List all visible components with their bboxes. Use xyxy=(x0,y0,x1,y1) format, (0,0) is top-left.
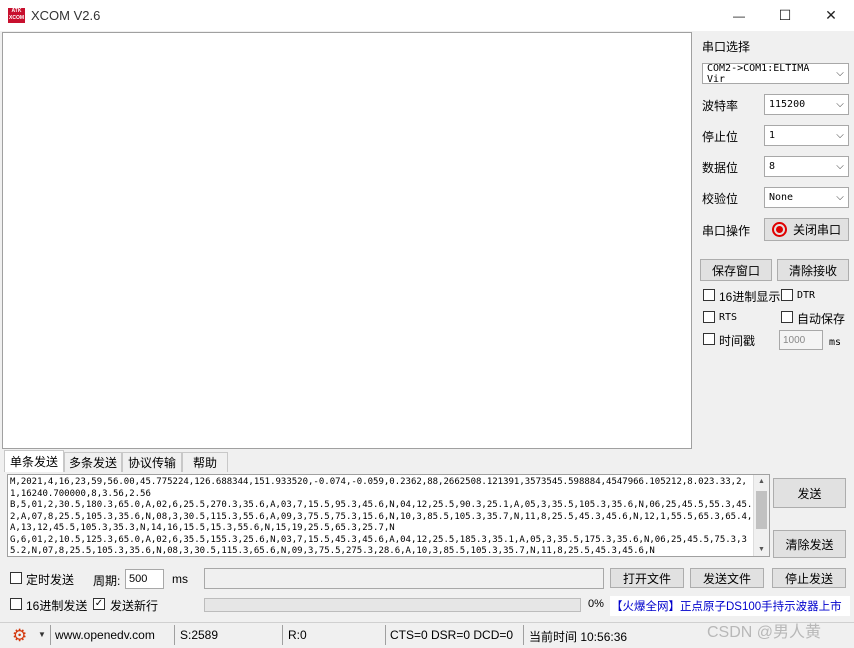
timestamp-label: 时间戳 xyxy=(719,334,756,348)
port-select-value: COM2->COM1:ELTIMA Vir xyxy=(707,62,810,85)
auto-save-checkbox[interactable] xyxy=(781,311,793,323)
stop-bits-label: 停止位 xyxy=(702,130,739,144)
dtr-checkbox[interactable] xyxy=(781,289,793,301)
hex-display-label: 16进制显示 xyxy=(719,290,781,304)
chevron-down-icon: ⌵ xyxy=(836,68,844,79)
parity-label: 校验位 xyxy=(702,192,739,206)
minimize-button[interactable]: — xyxy=(716,0,762,31)
scroll-down-icon: ▼ xyxy=(758,546,765,553)
maximize-button[interactable]: ☐ xyxy=(762,0,808,31)
close-port-label: 关闭串口 xyxy=(792,223,841,237)
port-select[interactable]: COM2->COM1:ELTIMA Vir ⌵ xyxy=(702,62,849,85)
status-divider xyxy=(174,625,175,645)
parity-select[interactable]: None ⌵ xyxy=(764,187,849,208)
data-bits-value: 8 xyxy=(769,161,776,172)
hex-send-label: 16进制发送 xyxy=(26,599,88,613)
clear-receive-button[interactable]: 清除接收 xyxy=(777,259,849,281)
send-progress-text: 0% xyxy=(588,598,604,610)
period-input[interactable]: 500 xyxy=(125,569,164,589)
timed-send-checkbox[interactable] xyxy=(10,572,22,584)
website-link[interactable]: www.openedv.com xyxy=(55,628,155,642)
baud-label: 波特率 xyxy=(702,99,739,113)
clear-send-button[interactable]: 清除发送 xyxy=(773,530,846,558)
ad-link[interactable]: 【火爆全网】正点原子DS100手持示波器上市 xyxy=(610,596,850,616)
chevron-down-icon: ⌵ xyxy=(836,192,844,203)
title-bar: ATK XCOM XCOM V2.6 — ☐ ✕ xyxy=(0,0,854,31)
port-operation-label: 串口操作 xyxy=(702,224,751,238)
watermark: CSDN @男人黄 xyxy=(707,624,822,641)
scroll-up-icon: ▲ xyxy=(758,478,765,485)
caret-down-icon[interactable]: ▼ xyxy=(38,630,46,639)
send-file-button[interactable]: 发送文件 xyxy=(690,568,764,588)
gear-icon[interactable]: ⚙ xyxy=(12,627,27,644)
scroll-thumb[interactable] xyxy=(756,491,767,529)
send-text-content: M,2021,4,16,23,59,56.00,45.775224,126.68… xyxy=(10,477,753,556)
baud-select-value: 115200 xyxy=(769,99,806,110)
open-file-button[interactable]: 打开文件 xyxy=(610,568,684,588)
hex-display-checkbox[interactable] xyxy=(703,289,715,301)
timed-send-label: 定时发送 xyxy=(26,573,75,587)
period-label: 周期: xyxy=(93,574,121,588)
rts-checkbox[interactable] xyxy=(703,311,715,323)
tab-help[interactable]: 帮助 xyxy=(182,452,228,472)
chevron-down-icon: ⌵ xyxy=(836,130,844,141)
window-title: XCOM V2.6 xyxy=(31,8,101,23)
stop-send-button[interactable]: 停止发送 xyxy=(772,568,846,588)
dtr-label: DTR xyxy=(797,290,816,301)
send-button[interactable]: 发送 xyxy=(773,478,846,508)
receive-area[interactable] xyxy=(2,32,692,449)
tab-protocol[interactable]: 协议传输 xyxy=(122,452,182,472)
current-time: 当前时间 10:56:36 xyxy=(529,630,628,644)
send-newline-checkbox[interactable]: ✓ xyxy=(93,598,105,610)
send-newline-label: 发送新行 xyxy=(110,599,159,613)
chevron-down-icon: ⌵ xyxy=(836,99,844,110)
sent-count: S:2589 xyxy=(180,628,219,642)
timestamp-interval-input[interactable]: 1000 xyxy=(779,330,823,350)
status-divider xyxy=(50,625,51,645)
parity-value: None xyxy=(769,192,794,203)
save-window-button[interactable]: 保存窗口 xyxy=(700,259,772,281)
baud-select[interactable]: 115200 ⌵ xyxy=(764,94,849,115)
hex-send-checkbox[interactable] xyxy=(10,598,22,610)
port-status-led-icon xyxy=(771,222,787,237)
close-button[interactable]: ✕ xyxy=(808,0,854,31)
send-textarea[interactable]: M,2021,4,16,23,59,56.00,45.775224,126.68… xyxy=(7,474,770,557)
rts-label: RTS xyxy=(719,312,738,323)
data-bits-select[interactable]: 8 ⌵ xyxy=(764,156,849,177)
tab-multi-send[interactable]: 多条发送 xyxy=(64,452,122,472)
status-divider xyxy=(282,625,283,645)
chevron-down-icon: ⌵ xyxy=(836,161,844,172)
port-select-label: 串口选择 xyxy=(702,40,751,54)
timestamp-checkbox[interactable] xyxy=(703,333,715,345)
data-bits-label: 数据位 xyxy=(702,161,739,175)
file-path-input[interactable] xyxy=(204,568,604,589)
stop-bits-select[interactable]: 1 ⌵ xyxy=(764,125,849,146)
auto-save-label: 自动保存 xyxy=(797,312,846,326)
line-status: CTS=0 DSR=0 DCD=0 xyxy=(390,628,514,642)
send-progress-bar xyxy=(204,598,581,612)
received-count: R:0 xyxy=(288,628,307,642)
stop-bits-value: 1 xyxy=(769,130,776,141)
timestamp-unit: ms xyxy=(829,337,842,348)
tab-single-send[interactable]: 单条发送 xyxy=(4,450,64,472)
app-logo-icon: ATK XCOM xyxy=(8,8,25,23)
period-unit: ms xyxy=(172,572,188,586)
status-divider xyxy=(385,625,386,645)
send-scrollbar[interactable]: ▲ ▼ xyxy=(753,475,769,556)
close-port-button[interactable]: 关闭串口 xyxy=(764,218,849,241)
status-divider xyxy=(523,625,524,645)
